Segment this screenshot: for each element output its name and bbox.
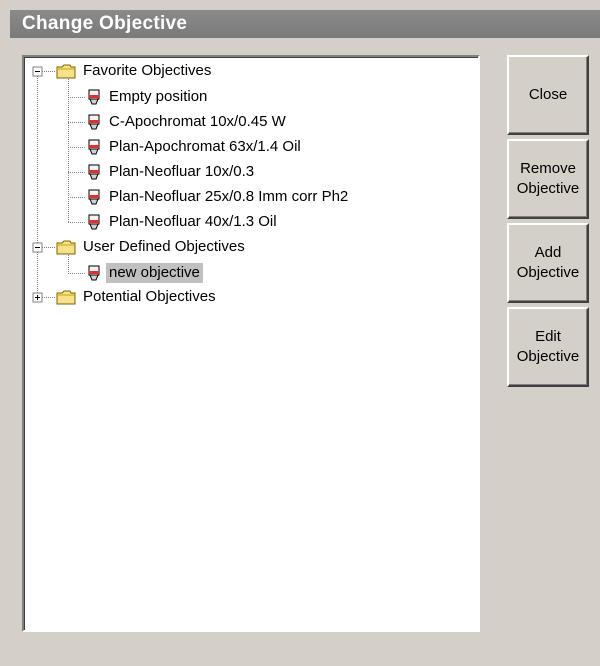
objective-label: C-Apochromat 10x/0.45 W	[109, 113, 286, 130]
edit-objective-button[interactable]: Edit Objective	[507, 307, 589, 387]
group-user-defined-objectives[interactable]: User Defined Objectives	[80, 235, 248, 259]
add-objective-button[interactable]: Add Objective	[507, 223, 589, 303]
list-item[interactable]: Plan-Neofluar 10x/0.3	[106, 160, 257, 184]
window-title: Change Objective	[10, 10, 600, 38]
group-label: Favorite Objectives	[83, 62, 212, 79]
list-item-selected[interactable]: new objective	[106, 261, 203, 285]
objective-label: new objective	[106, 263, 203, 283]
folder-icon	[56, 64, 76, 79]
list-item[interactable]: Plan-Neofluar 25x/0.8 Imm corr Ph2	[106, 185, 351, 209]
button-column: Close Remove Objective Add Objective Edi…	[507, 55, 589, 391]
list-item[interactable]: Empty position	[106, 85, 210, 109]
close-button[interactable]: Close	[507, 55, 589, 135]
change-objective-dialog: Change Objective Favorite Objectives Emp…	[0, 0, 600, 666]
group-favorite-objectives[interactable]: Favorite Objectives	[80, 59, 214, 83]
remove-objective-button[interactable]: Remove Objective	[507, 139, 589, 219]
objective-label: Plan-Neofluar 25x/0.8 Imm corr Ph2	[109, 188, 349, 205]
group-potential-objectives[interactable]: Potential Objectives	[80, 285, 219, 309]
objective-label: Plan-Apochromat 63x/1.4 Oil	[109, 138, 301, 155]
objective-label: Empty position	[109, 88, 208, 105]
group-label: Potential Objectives	[83, 288, 216, 305]
list-item[interactable]: Plan-Apochromat 63x/1.4 Oil	[106, 135, 304, 159]
group-label: User Defined Objectives	[83, 238, 245, 255]
objective-label: Plan-Neofluar 10x/0.3	[109, 163, 255, 180]
list-item[interactable]: Plan-Neofluar 40x/1.3 Oil	[106, 210, 280, 234]
objective-tree[interactable]: Favorite Objectives Empty position C-Apo…	[22, 55, 480, 632]
objective-label: Plan-Neofluar 40x/1.3 Oil	[109, 213, 277, 230]
list-item[interactable]: C-Apochromat 10x/0.45 W	[106, 110, 289, 134]
